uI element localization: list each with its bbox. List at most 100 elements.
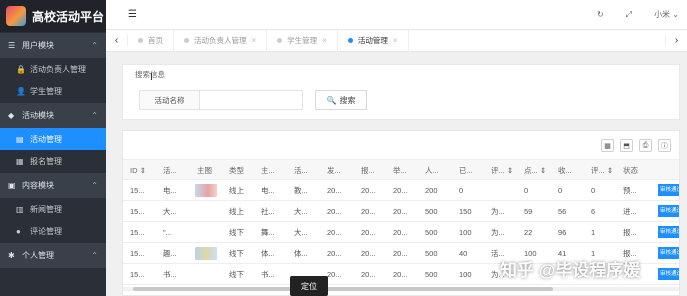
column-header[interactable]: 已... [459, 160, 473, 181]
close-icon[interactable]: × [252, 36, 257, 45]
approve-button[interactable]: 审核通过 [658, 184, 679, 196]
search-button[interactable]: 🔍 搜索 [315, 90, 367, 110]
table-cell: 100 [459, 228, 472, 237]
table-cell: 教... [294, 186, 308, 195]
table-cell: 社... [261, 207, 275, 216]
tab-3[interactable]: 活动管理 × [338, 29, 409, 52]
approve-button[interactable]: 审核通过 [658, 205, 679, 217]
table-cell: 40 [459, 249, 468, 258]
sidebar: 高校活动平台 ☰ 用户模块 ⌃ 🔒 活动负责人管理 👤 学生管理 ◆ 活动模块 ⌃ ▤ 活动管理 ▦ 报名… [0, 0, 106, 296]
sidebar-item-icon: ▦ [16, 156, 24, 166]
table-cell: 进... [623, 207, 637, 216]
column-header[interactable]: 发... [327, 160, 341, 181]
table-row[interactable]: 15... 大... 线上 社... 大... 20... 20... 20... 500 150… [123, 201, 679, 222]
sidebar-item-2-1[interactable]: ● 评论管理 [0, 220, 106, 242]
column-header[interactable]: 评... ⇕ [591, 160, 613, 181]
menu-group-label: 内容模块 [22, 181, 54, 190]
sidebar-item-icon: 👤 [16, 86, 26, 96]
column-header[interactable]: 活... [294, 160, 308, 181]
menu-toggle-icon[interactable]: ☰ [128, 9, 137, 20]
approve-button[interactable]: 审核通过 [658, 247, 679, 259]
sidebar-item-label: 评论管理 [30, 226, 62, 236]
close-icon[interactable]: × [322, 36, 327, 45]
column-header[interactable]: 状态 [623, 160, 638, 181]
activity-thumbnail [195, 247, 217, 260]
tab-dot [184, 38, 189, 43]
menu-group-icon: ◆ [8, 111, 15, 120]
sidebar-item-1-0[interactable]: ▤ 活动管理 [0, 128, 106, 150]
app-root: 高校活动平台 ☰ 用户模块 ⌃ 🔒 活动负责人管理 👤 学生管理 ◆ 活动模块 ⌃ ▤ 活动管理 ▦ 报名… [0, 0, 687, 296]
sidebar-item-0-1[interactable]: 👤 学生管理 [0, 80, 106, 102]
sidebar-item-1-1[interactable]: ▦ 报名管理 [0, 150, 106, 172]
column-header[interactable]: ID ⇕ [130, 160, 146, 181]
column-header[interactable]: 举... [393, 160, 407, 181]
user-menu[interactable]: 小米 ⌄ [654, 9, 679, 20]
sidebar-item-icon: ● [16, 226, 21, 236]
export-icon[interactable]: ⬒ [620, 139, 633, 152]
table-cell: 20... [361, 270, 376, 279]
table-horizontal-scrollbar[interactable] [123, 287, 679, 291]
table-cell: 20... [393, 249, 408, 258]
sidebar-item-label: 报名管理 [30, 156, 62, 166]
menu-group-icon: ✱ [8, 251, 15, 260]
table-cell: 1 [591, 228, 596, 237]
column-header[interactable]: 人... [425, 160, 439, 181]
activity-name-input[interactable] [200, 91, 302, 109]
fullscreen-icon[interactable]: ⤢ [626, 10, 632, 20]
tab-0[interactable]: 首页 [128, 29, 174, 52]
close-icon[interactable]: × [393, 36, 398, 45]
print-icon[interactable]: ⎙ [639, 139, 652, 152]
sidebar-item-icon: 🔒 [16, 64, 26, 74]
table-cell: 0 [524, 186, 529, 195]
column-header[interactable]: 评... ⇕ [491, 160, 513, 181]
scrollbar-thumb[interactable] [133, 287, 553, 291]
column-header[interactable]: 主图 [197, 160, 212, 181]
column-header[interactable]: 报... [361, 160, 375, 181]
tab-1[interactable]: 活动负责人管理 × [174, 29, 268, 52]
table-cell: 15... [130, 186, 145, 195]
sidebar-item-icon: ▤ [16, 134, 24, 144]
approve-button[interactable]: 审核通过 [658, 268, 679, 280]
info-icon[interactable]: ⓘ [658, 139, 671, 152]
approve-button[interactable]: 审核通过 [658, 226, 679, 238]
table-cell: 15... [130, 207, 145, 216]
menu-group-2[interactable]: ▣ 内容模块 ⌃ [0, 172, 106, 198]
sidebar-item-0-0[interactable]: 🔒 活动负责人管理 [0, 58, 106, 80]
table-cell: 线上 [229, 207, 244, 216]
tab-label: 学生管理 [287, 36, 318, 45]
table-cell: 大... [294, 228, 308, 237]
sidebar-item-2-0[interactable]: ▥ 新闻管理 [0, 198, 106, 220]
sidebar-item-icon: ▥ [16, 204, 24, 214]
tab-scroll-left-icon[interactable]: ‹ [106, 35, 128, 46]
column-header[interactable]: 收... [558, 160, 572, 181]
column-header[interactable]: 主... [261, 160, 275, 181]
column-header[interactable]: 点... ⇕ [524, 160, 546, 181]
locate-tooltip: 定位 [290, 276, 328, 296]
table-cell: 趣... [163, 249, 177, 258]
watermark: 知乎 @毕设程序媛 [500, 261, 641, 280]
sidebar-item-label: 学生管理 [30, 86, 62, 96]
column-header[interactable]: 类型 [229, 160, 244, 181]
menu-group-3[interactable]: ✱ 个人管理 ⌃ [0, 242, 106, 268]
menu-group-1[interactable]: ◆ 活动模块 ⌃ [0, 102, 106, 128]
table-row[interactable]: 15... "... 线下 舞... 大... 20... 20... 20... 500 100… [123, 222, 679, 243]
column-header[interactable]: 活... [163, 160, 177, 181]
tab-2[interactable]: 学生管理 × [267, 29, 338, 52]
table-cell: 500 [425, 207, 438, 216]
top-header: ☰ ↻ ⤢ 小米 ⌄ [106, 0, 687, 30]
table-row[interactable]: 15... 电... 线上 电... 教... 20... 20... 20... 200 0 0 0… [123, 180, 679, 201]
refresh-icon[interactable]: ↻ [597, 10, 604, 19]
columns-icon[interactable]: ▦ [601, 139, 614, 152]
tab-scroll-right-icon[interactable]: › [665, 35, 687, 46]
table-cell: 20... [361, 207, 376, 216]
table-cell: 大... [163, 207, 177, 216]
menu-group-label: 个人管理 [22, 251, 54, 260]
activity-name-field: 活动名称 [139, 90, 303, 110]
table-cell: 为... [491, 207, 505, 216]
table-cell: 预... [623, 186, 637, 195]
table-cell: 22 [524, 228, 533, 237]
table-cell: 15... [130, 270, 145, 279]
table-cell: 报... [623, 228, 637, 237]
menu-group-0[interactable]: ☰ 用户模块 ⌃ [0, 32, 106, 58]
text-cursor-icon: I [150, 72, 153, 83]
